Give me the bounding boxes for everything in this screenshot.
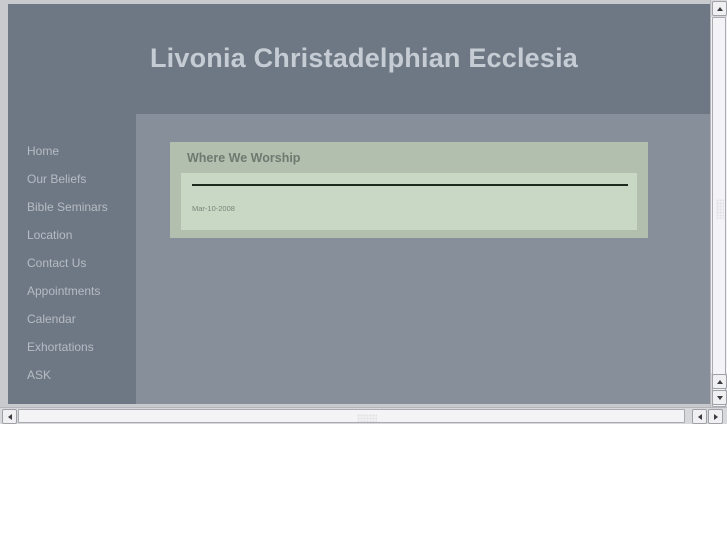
sidebar-item-contact-us[interactable]: Contact Us [27,256,86,270]
sidebar-item-appointments[interactable]: Appointments [27,284,100,298]
sidebar-item-calendar[interactable]: Calendar [27,312,76,326]
page-title: Livonia Christadelphian Ecclesia [149,43,579,73]
scroll-left-button[interactable] [2,409,17,424]
site-header: Livonia Christadelphian Ecclesia [8,4,710,114]
scroll-down-icon [716,395,723,400]
article-date: Mar-10-2008 [192,204,235,213]
blank-area-below-viewport [0,424,727,545]
horizontal-scroll-thumb[interactable] [18,409,685,423]
main-content-panel: Where We Worship Mar-10-2008 [136,114,710,404]
article-body: Mar-10-2008 [181,173,637,230]
article-heading: Where We Worship [187,151,301,165]
scroll-up-icon [716,379,723,384]
scroll-thumb-grip-icon [357,414,377,422]
scroll-left-button-secondary[interactable] [692,409,707,424]
sidebar-navigation: Home Our Beliefs Bible Seminars Location… [8,114,136,404]
sidebar-item-ask[interactable]: ASK [27,368,51,382]
browser-viewport-frame: Livonia Christadelphian Ecclesia Home Ou… [0,0,727,424]
vertical-scroll-thumb[interactable] [712,17,726,407]
scroll-left-icon [7,413,12,420]
vertical-scroll-track[interactable] [711,17,727,407]
web-page-root: Livonia Christadelphian Ecclesia Home Ou… [8,4,710,404]
vertical-scrollbar[interactable] [710,0,727,407]
horizontal-scrollbar[interactable] [0,407,727,424]
scroll-thumb-grip-icon [716,199,724,219]
sidebar-item-location[interactable]: Location [27,228,72,242]
scroll-up-icon [716,6,723,11]
scroll-left-icon [697,413,702,420]
scroll-up-button-secondary[interactable] [712,374,727,389]
sidebar-item-home[interactable]: Home [27,144,59,158]
article-card: Where We Worship Mar-10-2008 [170,142,648,238]
scroll-right-button[interactable] [708,409,723,424]
sidebar-item-our-beliefs[interactable]: Our Beliefs [27,172,86,186]
horizontal-rule [192,184,628,186]
sidebar-item-bible-seminars[interactable]: Bible Seminars [27,200,108,214]
scroll-up-button[interactable] [712,1,727,16]
scroll-right-icon [713,413,718,420]
sidebar-item-exhortations[interactable]: Exhortations [27,340,94,354]
scroll-down-button[interactable] [712,390,727,405]
